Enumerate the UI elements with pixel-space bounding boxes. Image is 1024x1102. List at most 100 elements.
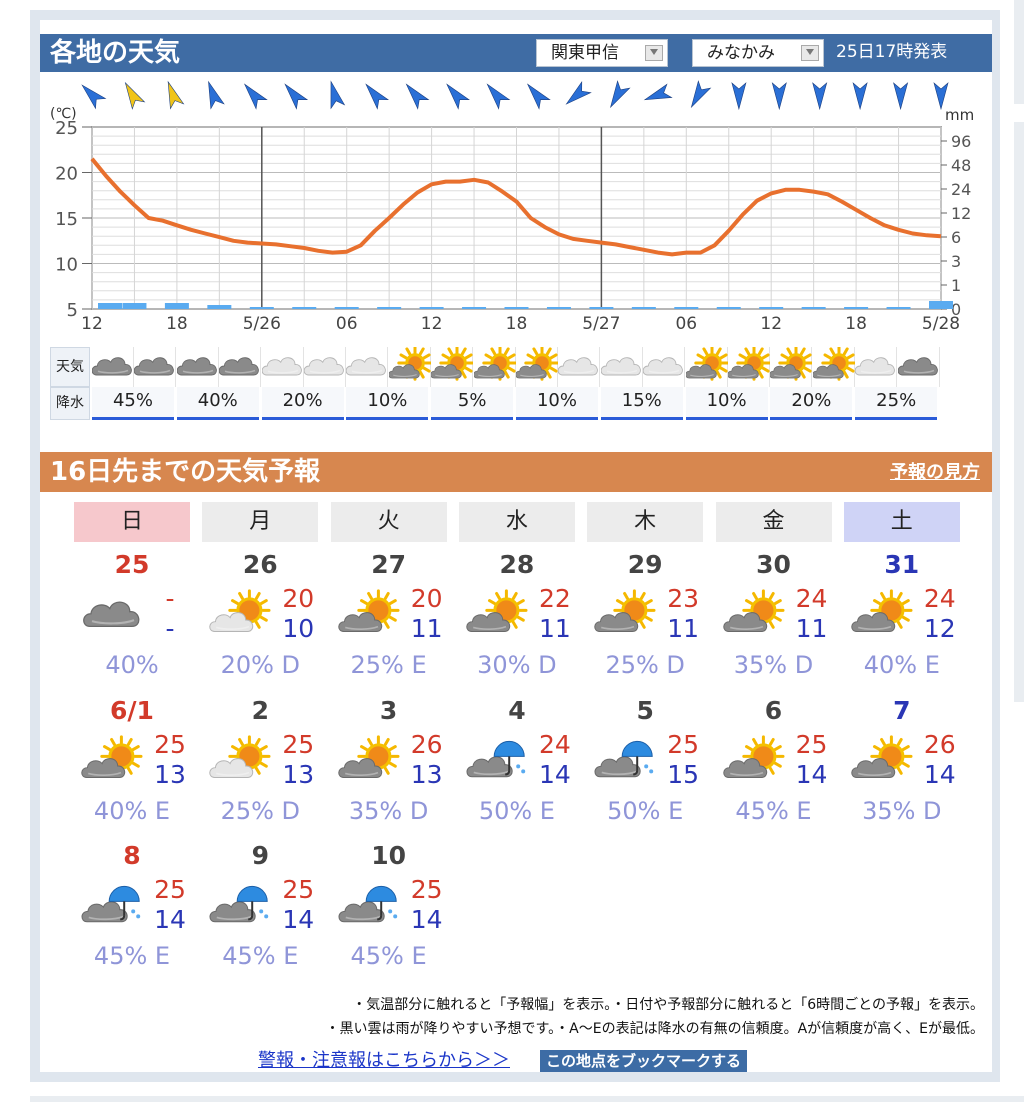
high-temp[interactable]: 24 — [535, 730, 575, 760]
bookmark-button[interactable]: この地点をブックマークする — [540, 1050, 748, 1072]
y-right-tick-label: 24 — [951, 180, 971, 199]
wind-arrow-icon — [330, 80, 346, 110]
y-right-tick-label: 12 — [951, 204, 971, 223]
low-temp[interactable]: 11 — [663, 614, 703, 644]
how-to-read-link[interactable]: 予報の見方 — [890, 460, 980, 486]
weekday-header: 火 — [330, 502, 447, 542]
forecast-day[interactable]: 27 20 11 25% E — [325, 550, 453, 690]
high-temp[interactable]: 20 — [278, 584, 318, 614]
forecast-day[interactable]: 31 24 12 40% E — [838, 550, 966, 690]
low-temp[interactable]: 14 — [792, 760, 832, 790]
forecast-day[interactable]: 7 26 14 35% D — [838, 696, 966, 836]
high-temp[interactable]: 25 — [150, 730, 190, 760]
wind-arrow-icon — [486, 83, 511, 110]
precip-bar — [98, 303, 122, 309]
low-temp[interactable]: 13 — [407, 760, 447, 790]
weather-row-label: 天気 — [50, 347, 90, 387]
precip-bar — [674, 307, 699, 309]
precip-bar — [929, 301, 953, 309]
forecast-day[interactable]: 5 25 15 50% E — [581, 696, 709, 836]
forecast-day[interactable]: 4 24 14 50% E — [453, 696, 581, 836]
low-temp[interactable]: 11 — [792, 614, 832, 644]
high-temp[interactable]: 26 — [920, 730, 960, 760]
high-temp[interactable]: 25 — [278, 730, 318, 760]
high-temp[interactable]: 25 — [278, 875, 318, 905]
y-left-tick-label: 15 — [55, 209, 78, 230]
forecast-day[interactable]: 6 25 14 45% E — [710, 696, 838, 836]
rain-unit-label: mm — [945, 106, 974, 124]
high-temp[interactable]: 24 — [920, 584, 960, 614]
precip-probability: 25% D — [220, 796, 301, 825]
high-temp[interactable]: 25 — [792, 730, 832, 760]
high-temp[interactable]: 25 — [663, 730, 703, 760]
wind-arrow-icon — [852, 82, 868, 111]
low-temp[interactable]: - — [150, 614, 190, 644]
precip-bar — [377, 307, 402, 309]
forecast-day[interactable]: 2 25 13 25% D — [196, 696, 324, 836]
sunny-cloudy-dark-icon — [463, 588, 533, 648]
page-side-panel — [1014, 122, 1024, 702]
page-scrollbar-top — [1014, 0, 1024, 104]
weather-cell-cloudy-light-icon — [303, 347, 346, 387]
forecast-day[interactable]: 3 26 13 35% D — [325, 696, 453, 836]
low-temp[interactable]: 15 — [663, 760, 703, 790]
region-select-value: 関東甲信 — [551, 43, 619, 63]
low-temp[interactable]: 14 — [535, 760, 575, 790]
low-temp[interactable]: 11 — [535, 614, 575, 644]
sunny-cloudy-light-icon — [206, 734, 276, 794]
wind-arrow-icon — [690, 80, 712, 109]
low-temp[interactable]: 14 — [407, 905, 447, 935]
precip-bar — [334, 307, 359, 309]
high-temp[interactable]: 23 — [663, 584, 703, 614]
wind-arrow-icon — [208, 80, 225, 110]
weather-cell-cloudy-light-icon — [261, 347, 304, 387]
high-temp[interactable]: 22 — [535, 584, 575, 614]
sunny-cloudy-light-icon — [206, 588, 276, 648]
forecast-day[interactable]: 6/1 25 13 40% E — [68, 696, 196, 836]
forecast-day[interactable]: 25 - - 40% — [68, 550, 196, 690]
high-temp[interactable]: 26 — [407, 730, 447, 760]
precip-bar — [207, 305, 232, 309]
weekday-header: 水 — [458, 502, 575, 542]
precip-cell: 40% — [176, 387, 259, 420]
high-temp[interactable]: 24 — [792, 584, 832, 614]
forecast-day[interactable]: 28 22 11 30% D — [453, 550, 581, 690]
high-temp[interactable]: - — [150, 584, 190, 614]
precip-probability: 30% D — [477, 651, 557, 679]
precip-probability: 50% E — [478, 796, 555, 825]
forecast-day[interactable]: 30 24 11 35% D — [710, 550, 838, 690]
precip-probability: 45% E — [350, 942, 427, 970]
forecast-day[interactable]: 29 23 11 25% D — [581, 550, 709, 690]
forecast-date: 31 — [884, 550, 920, 579]
low-temp[interactable]: 14 — [150, 905, 190, 935]
high-temp[interactable]: 25 — [407, 875, 447, 905]
y-right-tick-label: 48 — [951, 156, 971, 175]
location-select-value: みなかみ — [707, 43, 775, 63]
forecast-day[interactable]: 10 25 14 45% E — [325, 841, 453, 981]
low-temp[interactable]: 13 — [150, 760, 190, 790]
x-tick-label: 12 — [421, 314, 443, 334]
precip-cell: 25% — [855, 387, 938, 420]
low-temp[interactable]: 13 — [278, 760, 318, 790]
low-temp[interactable]: 14 — [920, 760, 960, 790]
low-temp[interactable]: 10 — [278, 614, 318, 644]
precip-cell: 15% — [600, 387, 683, 420]
high-temp[interactable]: 25 — [150, 875, 190, 905]
forecast-day[interactable]: 26 20 10 20% D — [196, 550, 324, 690]
forecast-day[interactable]: 9 25 14 45% E — [196, 841, 324, 981]
cloudy-dark-icon — [78, 588, 148, 648]
forecast-day[interactable]: 8 25 14 45% E — [68, 841, 196, 981]
forecast-date: 5 — [636, 695, 654, 725]
precip-bar — [716, 307, 741, 309]
high-temp[interactable]: 20 — [407, 584, 447, 614]
location-select[interactable]: みなかみ — [692, 39, 824, 67]
weather-cell-sunny-cloudy-icon — [515, 345, 560, 387]
weather-row: 天気 — [50, 345, 940, 387]
low-temp[interactable]: 12 — [920, 614, 960, 644]
temperature-precip-chart[interactable]: 252015105(℃)964824126310mm12 18 5/26 06 12 18… — [40, 72, 992, 347]
low-temp[interactable]: 14 — [278, 905, 318, 935]
low-temp[interactable]: 11 — [407, 614, 447, 644]
y-left-tick-label: 10 — [55, 255, 78, 276]
region-select[interactable]: 関東甲信 — [536, 39, 668, 67]
warning-link[interactable]: 警報・注意報はこちらから＞＞ — [258, 1048, 510, 1074]
